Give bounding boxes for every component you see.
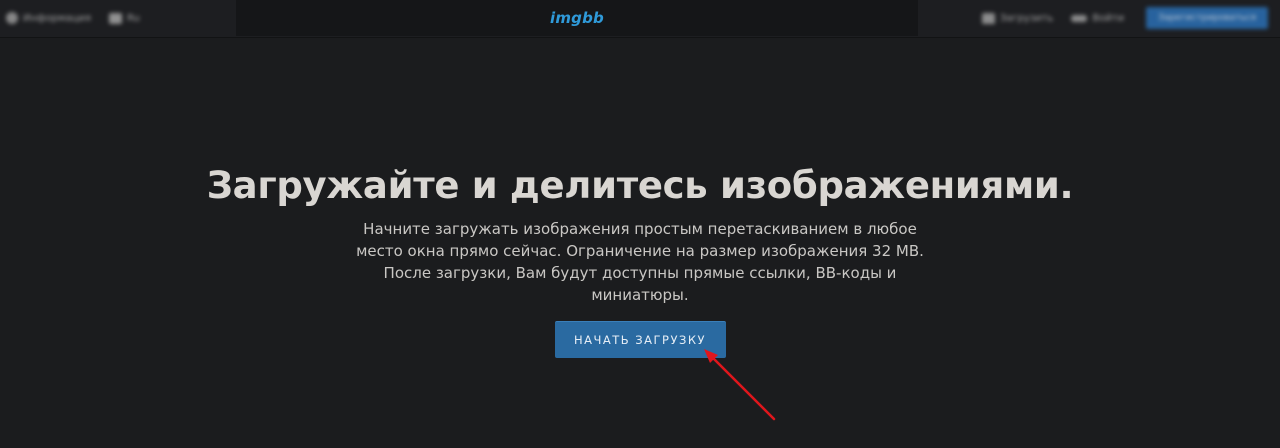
nav-info[interactable]: Информация [6, 12, 91, 24]
hero-section: Загружайте и делитесь изображениями. Нач… [0, 160, 1280, 358]
nav-login[interactable]: Войти [1071, 13, 1124, 24]
start-upload-button[interactable]: НАЧАТЬ ЗАГРУЗКУ [554, 321, 726, 358]
imgbb-logo[interactable]: imgbb [550, 9, 604, 27]
nav-upload-label: Загрузить [999, 12, 1054, 24]
nav-info-label: Информация [23, 12, 92, 24]
nav-login-label: Войти [1092, 12, 1125, 24]
page-title: Загружайте и делитесь изображениями. [206, 164, 1074, 207]
arrow-shaft [710, 355, 776, 421]
left-nav: Информация Ru [0, 0, 236, 36]
login-key-icon [1071, 14, 1088, 22]
header-center: imgbb [236, 0, 918, 36]
nav-language-label: Ru [127, 12, 140, 24]
top-navigation-bar: Информация Ru imgbb Загрузить Войти Заре… [0, 0, 1280, 38]
nav-upload[interactable]: Загрузить [981, 12, 1054, 24]
info-circle-icon [6, 12, 18, 24]
nav-language[interactable]: Ru [109, 12, 140, 24]
upload-bag-icon [981, 12, 995, 24]
signup-button[interactable]: Зарегистрироваться [1146, 7, 1268, 29]
language-icon [109, 12, 123, 24]
hero-description: Начните загружать изображения простым пе… [356, 220, 924, 304]
right-nav: Загрузить Войти Зарегистрироваться [917, 0, 1280, 36]
